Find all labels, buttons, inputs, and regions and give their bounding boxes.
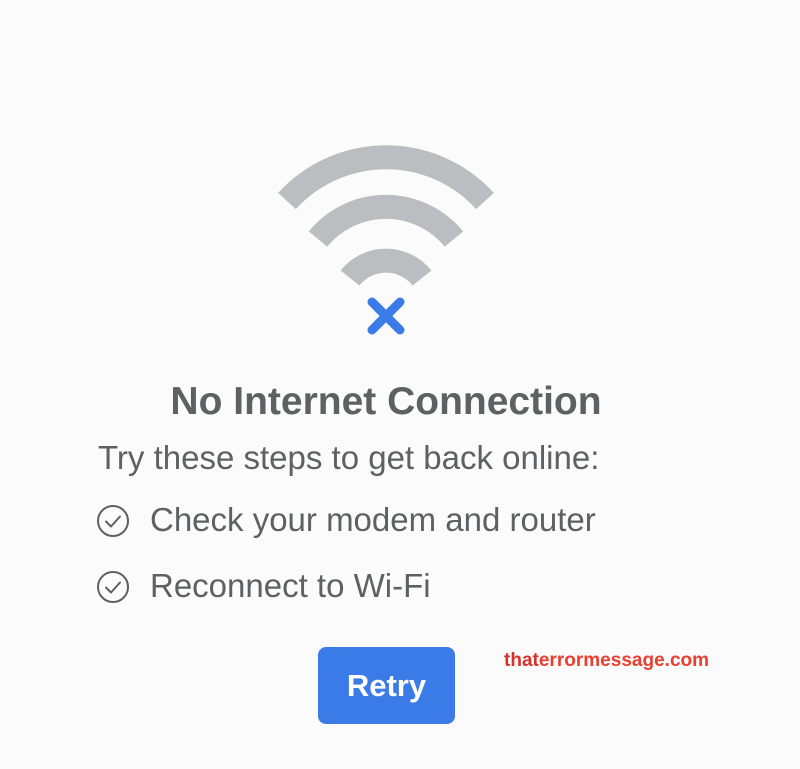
step-label: Check your modem and router <box>150 501 596 538</box>
watermark-letter: m <box>692 650 710 671</box>
watermark-letter: r <box>549 650 557 671</box>
watermark-letter: g <box>642 650 655 671</box>
wifi-arc-middle <box>308 194 464 247</box>
watermark-letter: o <box>680 650 693 671</box>
step-label: Reconnect to Wi-Fi <box>150 567 431 604</box>
instructions-text: Try these steps to get back online: <box>98 439 600 476</box>
watermark-letter: s <box>610 650 622 671</box>
watermark-letter: s <box>621 650 632 671</box>
watermark-letter: e <box>600 650 611 671</box>
watermark-letter: e <box>538 650 550 671</box>
wifi-off-icon <box>278 145 494 335</box>
watermark-letter: h <box>510 650 522 671</box>
watermark-letter: m <box>583 650 601 671</box>
watermark-letter: a <box>521 650 533 671</box>
page-title: No Internet Connection <box>170 380 602 423</box>
watermark-letter: a <box>631 650 643 671</box>
watermark-letter: e <box>654 650 665 671</box>
check-circle-icon <box>97 505 129 537</box>
watermark-text: thaterrormessage.com <box>504 647 709 675</box>
watermark-letter: o <box>564 650 576 671</box>
check-circle-icon <box>97 571 129 603</box>
wifi-arc-inner <box>340 248 432 286</box>
error-x-mark <box>367 297 405 335</box>
watermark-letter: c <box>669 650 681 671</box>
retry-button[interactable]: Retry <box>318 647 455 724</box>
wifi-arc-outer <box>278 145 494 210</box>
